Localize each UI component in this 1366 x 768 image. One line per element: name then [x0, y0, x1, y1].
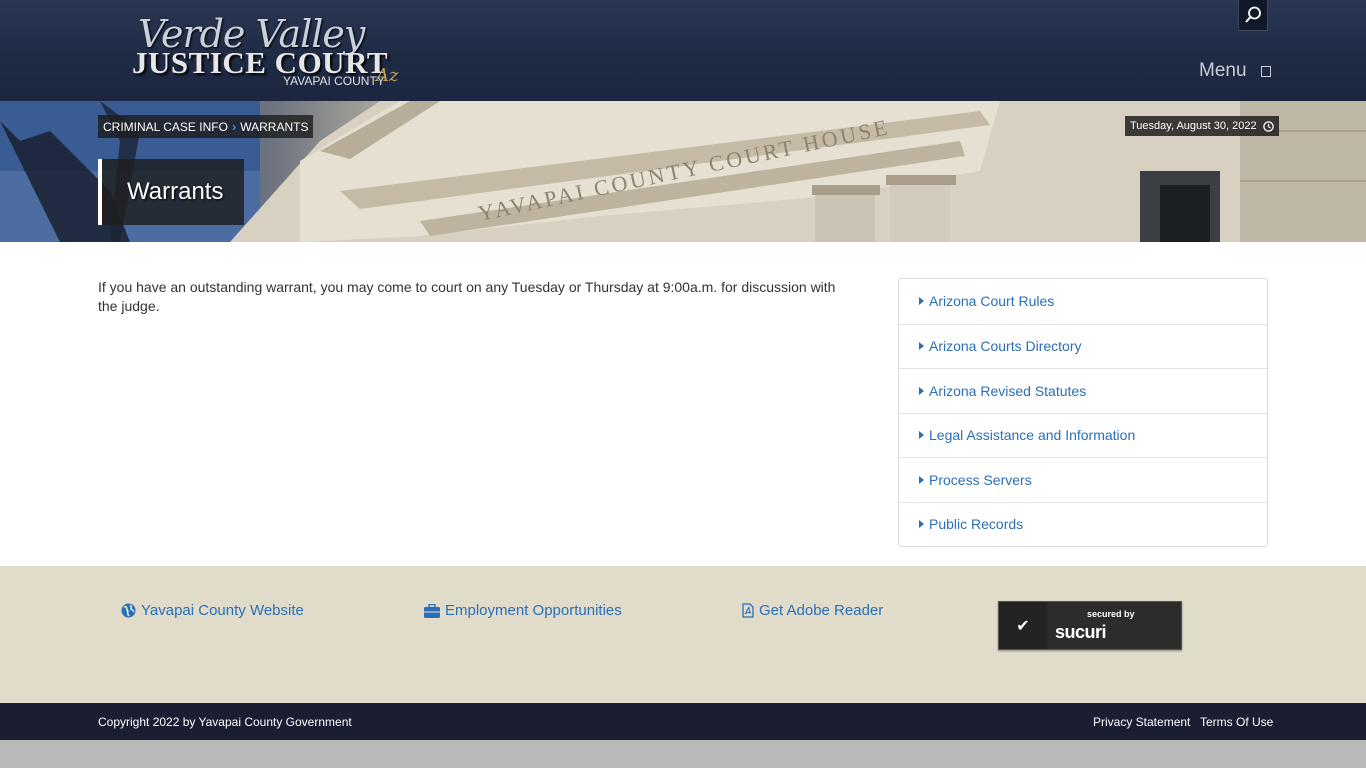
- footer-link-label: Get Adobe Reader: [759, 602, 884, 619]
- date-badge: Tuesday, August 30, 2022: [1125, 116, 1279, 136]
- search-button[interactable]: [1238, 0, 1268, 31]
- sucuri-brand: sucuri: [1055, 622, 1107, 642]
- footer-link-label: Yavapai County Website: [141, 602, 304, 619]
- site-logo[interactable]: Verde Valley JUSTICE COURT YAVAPAI COUNT…: [132, 12, 412, 92]
- terms-of-use-link[interactable]: Terms Of Use: [1200, 715, 1273, 729]
- caret-right-icon: [919, 431, 924, 440]
- checkmark-icon: ✔: [999, 602, 1047, 649]
- site-header: Verde Valley JUSTICE COURT YAVAPAI COUNT…: [0, 0, 1366, 101]
- page-title: Warrants: [127, 178, 224, 205]
- sidebar-link-arizona-revised-statutes[interactable]: Arizona Revised Statutes: [899, 368, 1267, 413]
- sidebar-link-label: Public Records: [929, 516, 1024, 533]
- briefcase-icon: [424, 603, 440, 618]
- privacy-statement-link[interactable]: Privacy Statement: [1093, 715, 1190, 729]
- breadcrumb: CRIMINAL CASE INFO › WARRANTS: [98, 115, 314, 138]
- sidebar-link-legal-assistance[interactable]: Legal Assistance and Information: [899, 412, 1267, 458]
- pdf-file-icon: [742, 603, 754, 618]
- caret-right-icon: [919, 297, 924, 306]
- footer-link-yavapai-county-website[interactable]: Yavapai County Website: [121, 602, 304, 619]
- sucuri-security-badge[interactable]: ✔ secured by sucuri: [998, 601, 1182, 650]
- footer-link-employment-opportunities[interactable]: Employment Opportunities: [424, 602, 622, 619]
- sidebar-link-label: Arizona Courts Directory: [929, 338, 1082, 355]
- page-title-box: Warrants: [98, 159, 244, 225]
- sidebar-link-label: Arizona Court Rules: [929, 293, 1055, 310]
- sidebar-link-label: Process Servers: [929, 471, 1032, 488]
- globe-icon: [121, 603, 136, 618]
- main-content: If you have an outstanding warrant, you …: [0, 242, 1366, 566]
- site-footer: Yavapai County Website Employment Opport…: [0, 566, 1366, 703]
- clock-icon: [1262, 120, 1274, 132]
- current-date: Tuesday, August 30, 2022: [1130, 120, 1257, 132]
- sidebar-link-label: Legal Assistance and Information: [929, 427, 1136, 444]
- breadcrumb-item-warrants: WARRANTS: [240, 119, 309, 134]
- sidebar-link-arizona-court-rules[interactable]: Arizona Court Rules: [899, 279, 1267, 324]
- warrant-info-text: If you have an outstanding warrant, you …: [98, 279, 836, 314]
- breadcrumb-item-criminal-case-info[interactable]: CRIMINAL CASE INFO: [103, 120, 228, 134]
- related-links-panel: Arizona Court Rules Arizona Courts Direc…: [898, 278, 1268, 547]
- menu-icon: [1260, 65, 1271, 77]
- menu-label: Menu: [1199, 60, 1247, 81]
- footer-link-get-adobe-reader[interactable]: Get Adobe Reader: [742, 602, 883, 619]
- breadcrumb-separator-icon: ›: [231, 119, 237, 134]
- logo-line-az: Az: [376, 65, 399, 86]
- footer-link-label: Employment Opportunities: [445, 602, 622, 619]
- caret-right-icon: [919, 342, 924, 351]
- sidebar-link-process-servers[interactable]: Process Servers: [899, 457, 1267, 502]
- caret-right-icon: [919, 520, 924, 529]
- caret-right-icon: [919, 386, 924, 395]
- logo-line-county: YAVAPAI COUNTY: [283, 74, 385, 88]
- sucuri-secured-by: secured by: [1087, 609, 1135, 619]
- caret-right-icon: [919, 475, 924, 484]
- sidebar-link-label: Arizona Revised Statutes: [929, 382, 1087, 399]
- copyright-text: Copyright 2022 by Yavapai County Governm…: [98, 715, 352, 729]
- search-icon: [1245, 6, 1261, 23]
- bottom-bar: Copyright 2022 by Yavapai County Governm…: [0, 703, 1366, 740]
- sidebar-link-arizona-courts-directory[interactable]: Arizona Courts Directory: [899, 323, 1267, 369]
- sidebar-link-public-records[interactable]: Public Records: [899, 501, 1267, 547]
- menu-button[interactable]: Menu: [1199, 60, 1271, 82]
